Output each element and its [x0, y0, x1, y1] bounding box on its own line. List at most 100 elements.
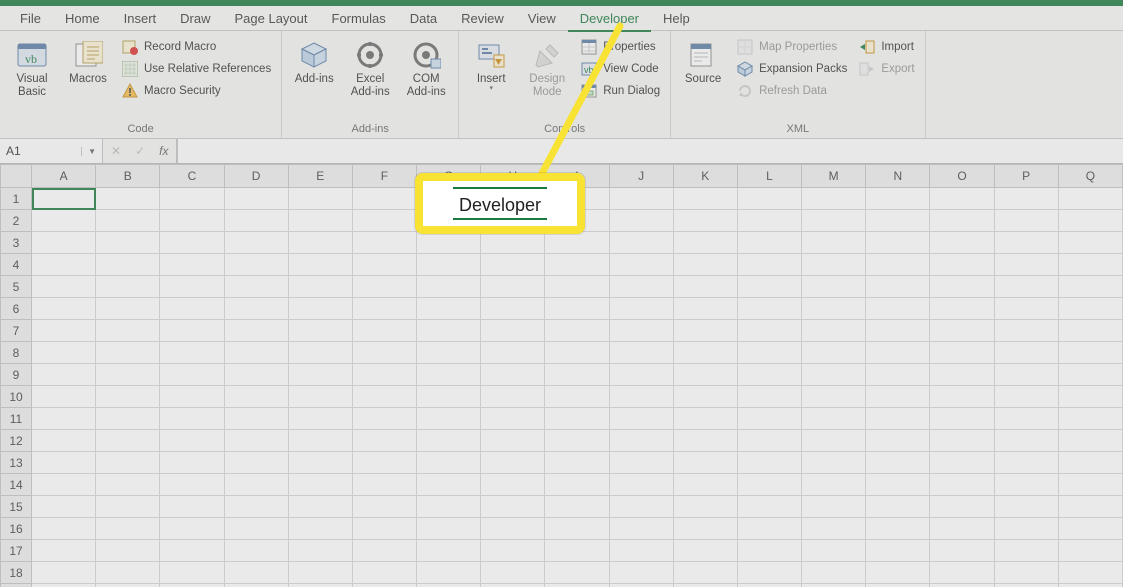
cell[interactable]: [352, 210, 416, 232]
cell[interactable]: [802, 518, 866, 540]
cell[interactable]: [288, 320, 352, 342]
cell[interactable]: [288, 474, 352, 496]
cell[interactable]: [224, 210, 288, 232]
cell[interactable]: [224, 386, 288, 408]
cell[interactable]: [802, 430, 866, 452]
cell[interactable]: [866, 562, 930, 584]
cell[interactable]: [32, 188, 96, 210]
cell[interactable]: [866, 540, 930, 562]
cell[interactable]: [994, 386, 1058, 408]
cell[interactable]: [417, 254, 481, 276]
cell[interactable]: [930, 474, 994, 496]
cell[interactable]: [545, 386, 609, 408]
tab-draw[interactable]: Draw: [168, 7, 222, 32]
cell[interactable]: [288, 298, 352, 320]
cell[interactable]: [224, 496, 288, 518]
cell[interactable]: [481, 232, 545, 254]
cell[interactable]: [737, 386, 801, 408]
cell[interactable]: [609, 474, 673, 496]
cell[interactable]: [288, 364, 352, 386]
cell[interactable]: [224, 540, 288, 562]
cell[interactable]: [930, 452, 994, 474]
row-header[interactable]: 16: [1, 518, 32, 540]
cell[interactable]: [609, 232, 673, 254]
cell[interactable]: [224, 474, 288, 496]
cell[interactable]: [352, 232, 416, 254]
cell[interactable]: [866, 496, 930, 518]
cell[interactable]: [288, 518, 352, 540]
cell[interactable]: [994, 298, 1058, 320]
cell[interactable]: [32, 540, 96, 562]
record-macro-button[interactable]: Record Macro: [118, 37, 275, 57]
cell[interactable]: [96, 188, 160, 210]
cell[interactable]: [32, 254, 96, 276]
tab-home[interactable]: Home: [53, 7, 112, 32]
cell[interactable]: [930, 320, 994, 342]
cell[interactable]: [417, 584, 481, 587]
row-header[interactable]: 11: [1, 408, 32, 430]
cell[interactable]: [609, 540, 673, 562]
cell[interactable]: [545, 474, 609, 496]
cell[interactable]: [32, 562, 96, 584]
row-header[interactable]: 9: [1, 364, 32, 386]
cell[interactable]: [673, 452, 737, 474]
cell[interactable]: [352, 562, 416, 584]
cell[interactable]: [481, 452, 545, 474]
cell[interactable]: [160, 430, 224, 452]
cell[interactable]: [481, 496, 545, 518]
cell[interactable]: [160, 364, 224, 386]
cell[interactable]: [737, 474, 801, 496]
enter-formula-icon[interactable]: ✓: [135, 144, 145, 158]
cell[interactable]: [288, 276, 352, 298]
run-dialog-button[interactable]: Run Dialog: [577, 81, 664, 101]
row-header[interactable]: 5: [1, 276, 32, 298]
cell[interactable]: [802, 210, 866, 232]
cell[interactable]: [545, 518, 609, 540]
cell[interactable]: [737, 320, 801, 342]
cell[interactable]: [866, 188, 930, 210]
cell[interactable]: [96, 430, 160, 452]
cell[interactable]: [32, 584, 96, 587]
cell[interactable]: [96, 518, 160, 540]
cell[interactable]: [866, 320, 930, 342]
cell[interactable]: [352, 254, 416, 276]
macro-security-button[interactable]: Macro Security: [118, 81, 275, 101]
cell[interactable]: [802, 386, 866, 408]
cell[interactable]: [417, 232, 481, 254]
cell[interactable]: [609, 210, 673, 232]
cell[interactable]: [994, 430, 1058, 452]
cell[interactable]: [673, 276, 737, 298]
cell[interactable]: [994, 276, 1058, 298]
cell[interactable]: [930, 364, 994, 386]
cell[interactable]: [481, 342, 545, 364]
cell[interactable]: [481, 298, 545, 320]
cell[interactable]: [32, 430, 96, 452]
cell[interactable]: [609, 584, 673, 587]
cell[interactable]: [352, 452, 416, 474]
cell[interactable]: [673, 518, 737, 540]
cell[interactable]: [288, 232, 352, 254]
cell[interactable]: [96, 408, 160, 430]
cell[interactable]: [673, 408, 737, 430]
cell[interactable]: [32, 210, 96, 232]
cell[interactable]: [160, 474, 224, 496]
cell[interactable]: [481, 562, 545, 584]
cell[interactable]: [352, 540, 416, 562]
tab-review[interactable]: Review: [449, 7, 516, 32]
addins-button[interactable]: Add-ins: [288, 35, 340, 88]
cell[interactable]: [802, 408, 866, 430]
cell[interactable]: [160, 408, 224, 430]
cell[interactable]: [352, 474, 416, 496]
cell[interactable]: [609, 320, 673, 342]
cell[interactable]: [737, 364, 801, 386]
cell[interactable]: [866, 254, 930, 276]
cell[interactable]: [288, 540, 352, 562]
cell[interactable]: [1058, 276, 1122, 298]
cell[interactable]: [994, 452, 1058, 474]
macros-button[interactable]: Macros: [62, 35, 114, 88]
cell[interactable]: [930, 276, 994, 298]
row-header[interactable]: 13: [1, 452, 32, 474]
cell[interactable]: [417, 276, 481, 298]
cell[interactable]: [930, 430, 994, 452]
cell[interactable]: [96, 364, 160, 386]
